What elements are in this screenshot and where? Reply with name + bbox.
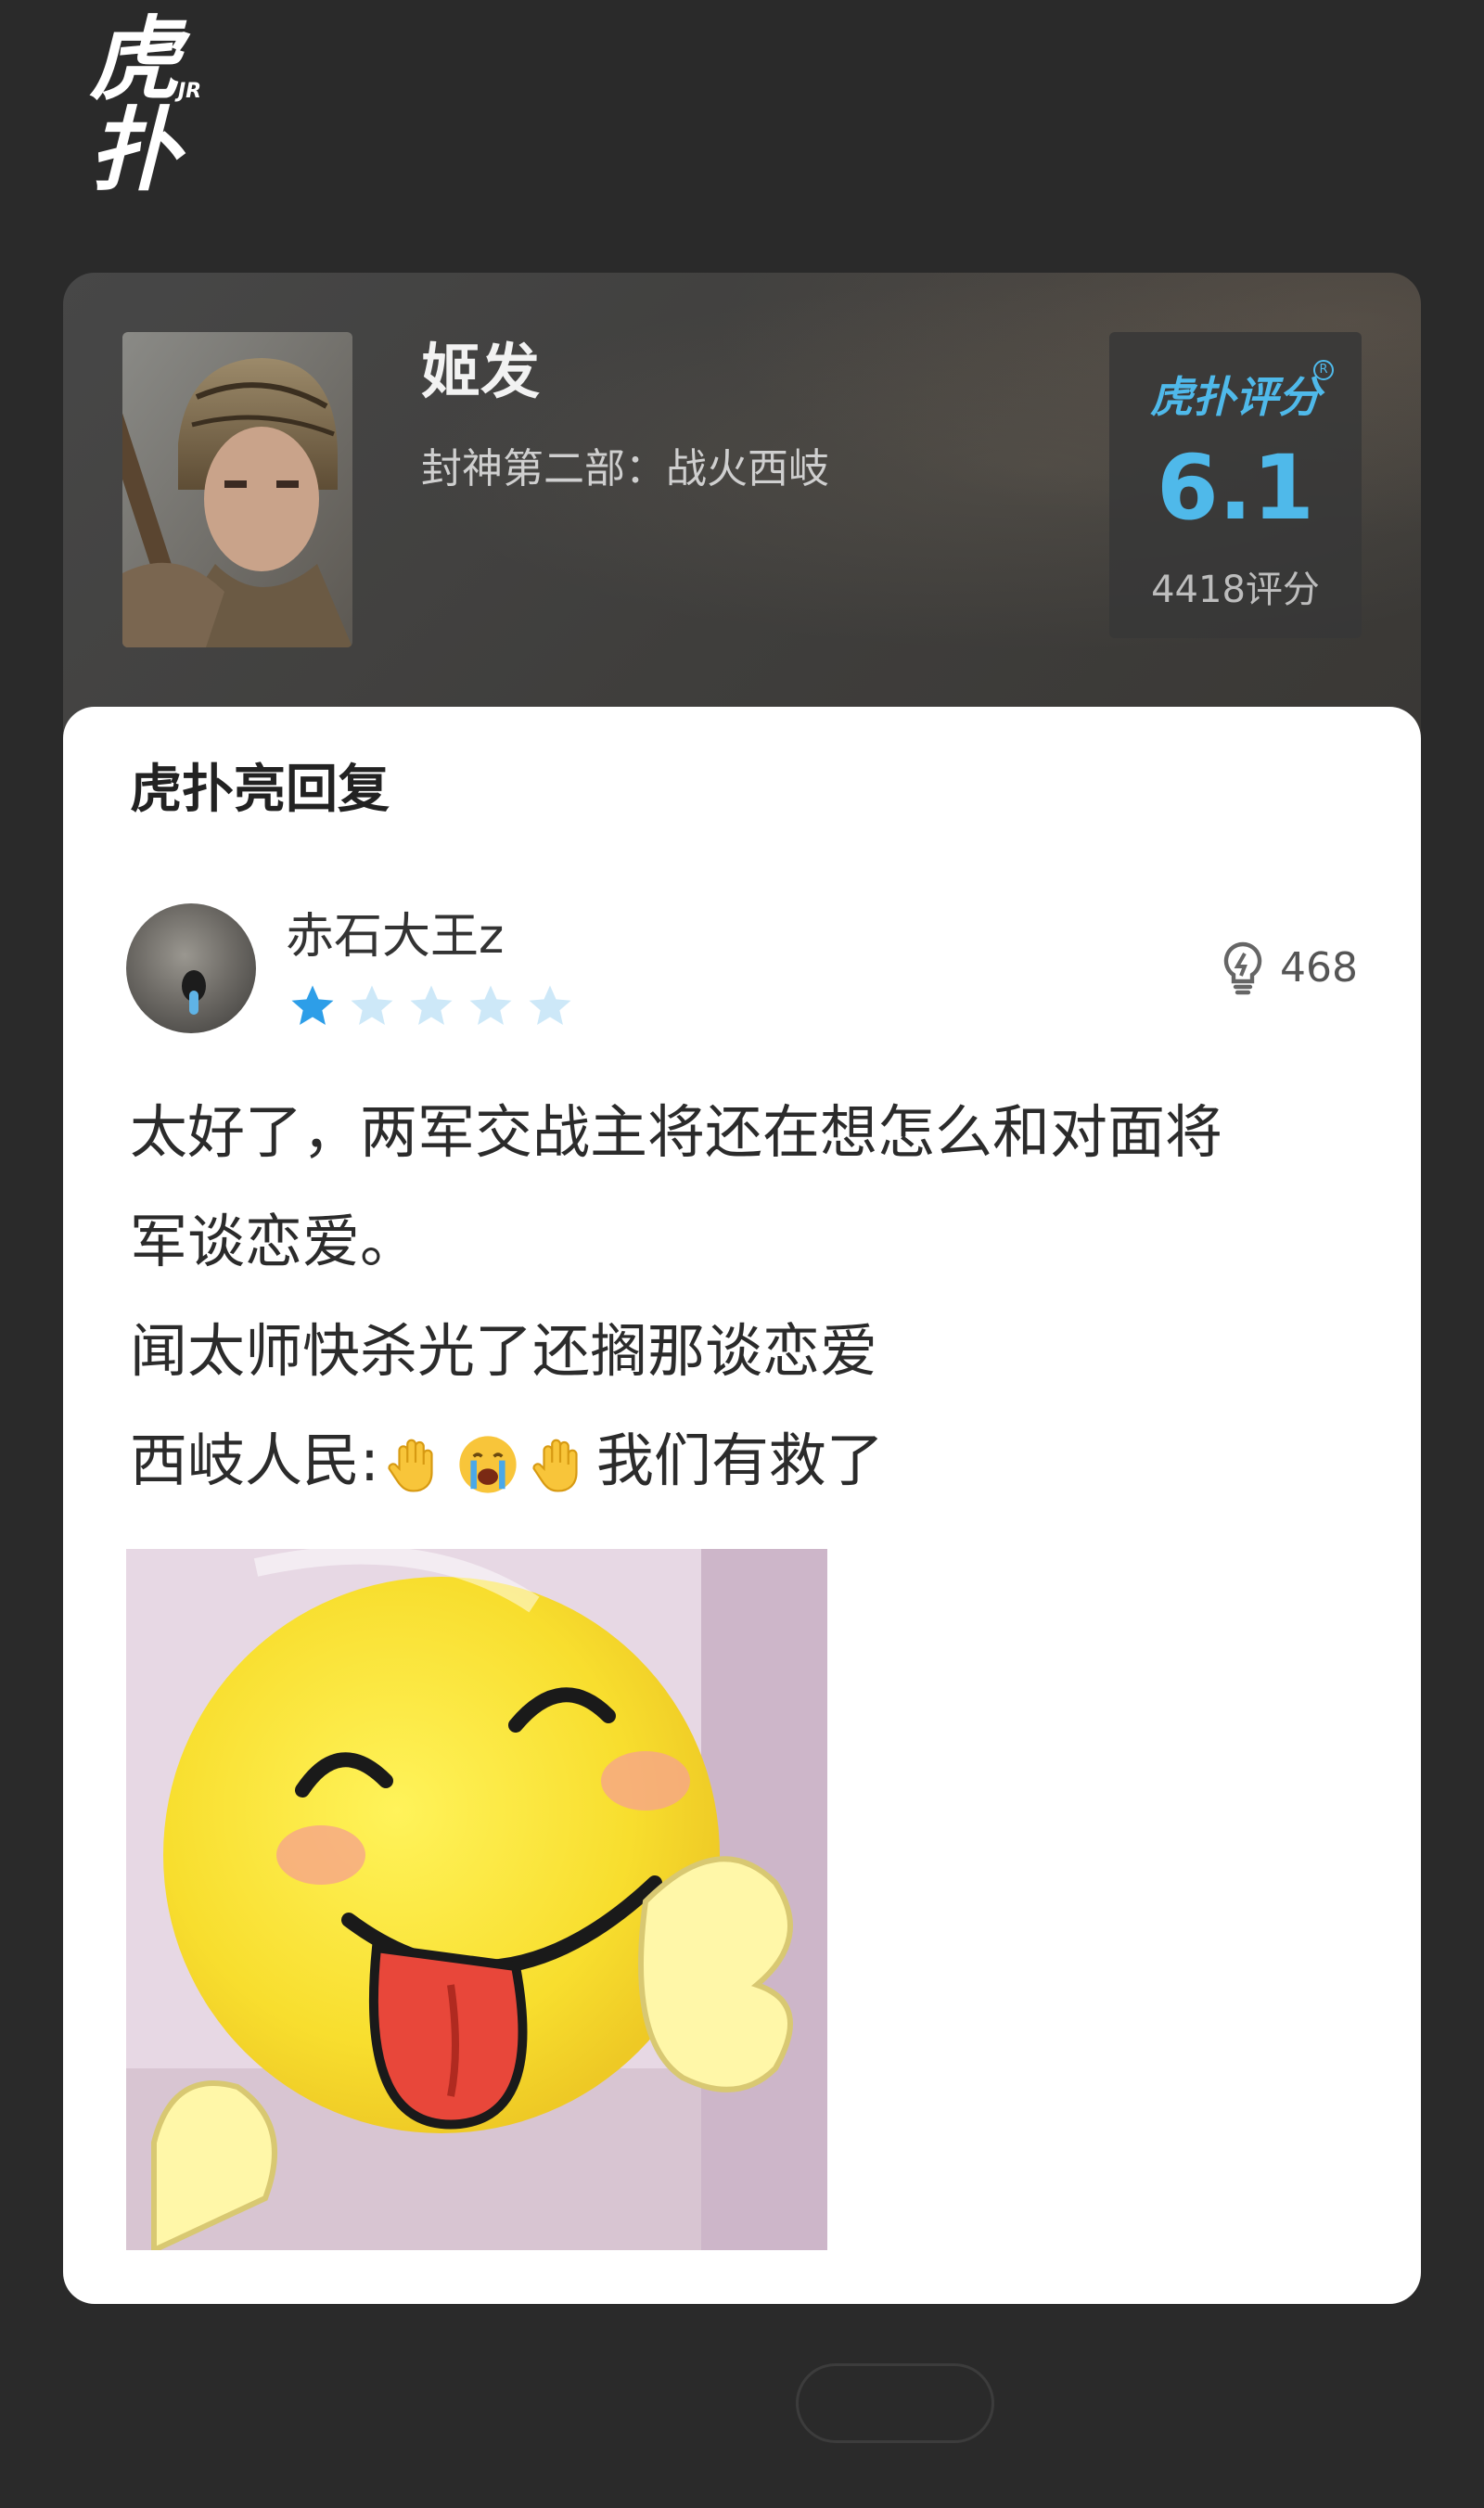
light-button[interactable]: 468 [1213, 939, 1358, 998]
reply-heading: 虎扑亮回复 [130, 760, 390, 820]
character-poster[interactable] [122, 332, 352, 647]
reply-card: 虎扑亮回复 赤石大王z 468 太好了，两军交战主将还在想怎么和对面将 军谈恋爱… [63, 707, 1421, 2304]
logo-superscript: JR [178, 80, 202, 103]
star-empty-icon [351, 985, 393, 1026]
reply-image[interactable] [126, 1549, 827, 2250]
reply-line: 太好了，两军交战主将还在想怎么和对面将 [130, 1098, 1223, 1166]
character-name: 姬发 [421, 339, 540, 407]
reply-line-suffix: 我们有救了 [595, 1427, 884, 1494]
smiley-tongue-meme-image [126, 1549, 827, 2250]
star-empty-icon [410, 985, 453, 1026]
rating-count: 4418评分 [1151, 569, 1320, 611]
raised-hand-emoji-icon [388, 1439, 433, 1492]
star-empty-icon [529, 985, 571, 1026]
star-rating [288, 981, 575, 1031]
crying-face-emoji-icon [459, 1436, 517, 1493]
app-logo[interactable]: 虎扑 JR [89, 15, 228, 197]
lightbulb-icon [1223, 941, 1262, 995]
light-count: 468 [1280, 944, 1358, 992]
bottom-action-pill[interactable] [796, 2363, 994, 2443]
poster-image [122, 332, 352, 647]
star-empty-icon [469, 985, 512, 1026]
score-value: 6.1 [1156, 436, 1315, 540]
reply-line-with-emoji: 西岐人民: 我们有救了 [130, 1406, 1363, 1516]
reply-line-prefix: 西岐人民: [130, 1427, 379, 1494]
logo-text: 虎扑 [89, 7, 180, 204]
star-filled-icon [291, 985, 334, 1026]
raised-hand-emoji-icon [532, 1439, 578, 1492]
reply-line: 闻太师快杀光了还搁那谈恋爱 [130, 1317, 878, 1385]
movie-header-card: 姬发 封神第二部：战火西岐 虎扑评分 R 6.1 4418评分 [63, 273, 1421, 755]
film-title[interactable]: 封神第二部：战火西岐 [421, 449, 829, 490]
hupu-score-box[interactable]: 虎扑评分 R 6.1 4418评分 [1109, 332, 1362, 638]
reply-line: 军谈恋爱。 [130, 1208, 418, 1275]
username[interactable]: 赤石大王z [286, 913, 504, 961]
registered-mark: R [1313, 360, 1334, 380]
reply-body: 太好了，两军交战主将还在想怎么和对面将 军谈恋爱。 闻太师快杀光了还搁那谈恋爱 … [130, 1078, 1363, 1516]
avatar[interactable] [126, 903, 256, 1033]
avatar-drip [189, 991, 198, 1015]
